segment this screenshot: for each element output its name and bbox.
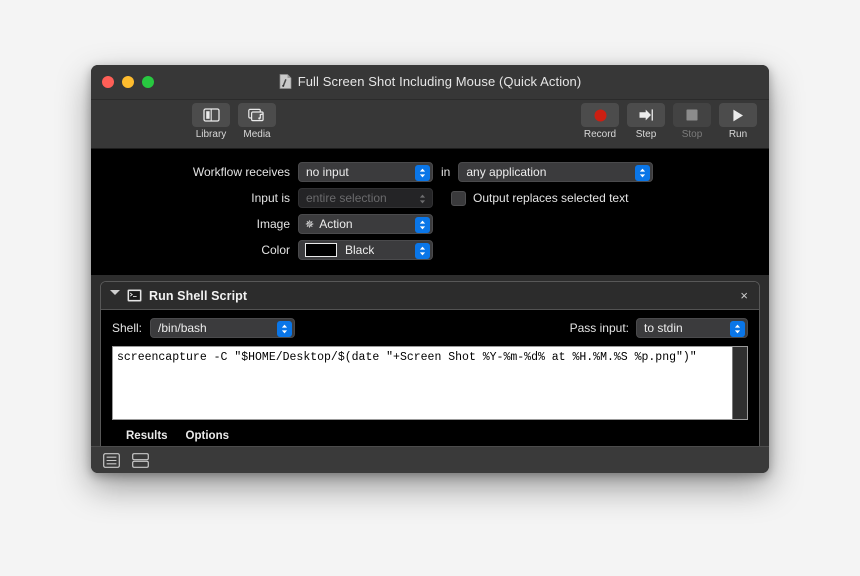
toolbar-right-group: Record Step Stop Run (581, 103, 757, 141)
toolbar-label-media: Media (243, 129, 271, 140)
record-circle-icon (594, 109, 606, 121)
shell-settings-row: Shell: /bin/bash Pass input: to stdin (112, 318, 748, 338)
action-run-shell-script[interactable]: Run Shell Script × Shell: /bin/bash Pass… (100, 281, 760, 446)
split-view-icon[interactable] (132, 452, 149, 468)
terminal-icon (127, 289, 142, 302)
chevron-updown-icon (415, 191, 430, 207)
list-view-icon[interactable] (103, 452, 120, 468)
color-dropdown[interactable]: Black (298, 240, 433, 260)
label-shell: Shell: (112, 321, 143, 335)
shell-value: /bin/bash (158, 321, 207, 335)
toolbar-button-step[interactable]: Step (627, 103, 665, 141)
image-dropdown[interactable]: ✵ Action (298, 214, 433, 234)
disclosure-triangle-icon[interactable] (110, 289, 120, 300)
row-color: Color Black (91, 239, 769, 261)
label-color: Color (261, 243, 290, 257)
media-browser-icon (248, 108, 264, 122)
traffic-light-group (102, 76, 154, 88)
minimize-window-button[interactable] (122, 76, 134, 88)
toolbar-label-step: Step (635, 129, 657, 140)
action-body: Shell: /bin/bash Pass input: to stdin sc… (101, 310, 759, 420)
shell-dropdown[interactable]: /bin/bash (150, 318, 296, 338)
tab-results[interactable]: Results (126, 430, 168, 442)
workflow-document-icon (279, 74, 292, 89)
label-input-is: Input is (251, 191, 290, 205)
toolbar-button-record[interactable]: Record (581, 103, 619, 141)
toolbar-label-stop: Stop (681, 129, 703, 140)
chevron-updown-icon (277, 321, 293, 337)
label-image: Image (256, 217, 290, 231)
library-panel-icon (202, 108, 220, 122)
toolbar-label-run: Run (728, 129, 748, 140)
pass-input-value: to stdin (644, 321, 683, 335)
stop-square-icon (686, 109, 698, 121)
chevron-updown-icon (730, 321, 745, 337)
workflow-application-dropdown[interactable]: any application (458, 162, 654, 182)
window-title-group: Full Screen Shot Including Mouse (Quick … (91, 74, 769, 89)
label-in: in (441, 165, 451, 179)
workflow-application-value: any application (466, 165, 547, 179)
window-footer (91, 446, 769, 473)
workflow-receives-dropdown[interactable]: no input (298, 162, 433, 182)
toolbar-label-record: Record (583, 129, 617, 140)
label-workflow-receives: Workflow receives (192, 165, 290, 179)
window-title: Full Screen Shot Including Mouse (Quick … (297, 74, 582, 89)
toolbar-label-library: Library (195, 129, 227, 140)
main-toolbar: Library Media Record Step Stop Run (91, 100, 769, 149)
close-window-button[interactable] (102, 76, 114, 88)
close-icon[interactable]: × (737, 287, 751, 304)
label-pass-input: Pass input: (569, 321, 629, 335)
row-workflow-receives: Workflow receives no input in any applic… (91, 161, 769, 183)
chevron-updown-icon (415, 165, 430, 181)
output-replaces-checkbox[interactable] (451, 190, 466, 206)
step-arrow-icon (639, 109, 653, 121)
action-header[interactable]: Run Shell Script × (101, 282, 759, 310)
color-value: Black (345, 243, 375, 257)
color-swatch (305, 243, 337, 257)
workflow-receives-value: no input (306, 165, 349, 179)
toolbar-left-group: Library Media (192, 103, 276, 141)
chevron-updown-icon (415, 243, 430, 259)
script-text[interactable]: screencapture -C "$HOME/Desktop/$(date "… (113, 347, 732, 419)
action-title: Run Shell Script (149, 288, 248, 303)
input-is-dropdown[interactable]: entire selection (298, 188, 433, 208)
tab-options[interactable]: Options (186, 430, 229, 442)
pass-input-dropdown[interactable]: to stdin (636, 318, 748, 338)
script-vertical-scrollbar[interactable] (732, 347, 747, 419)
output-replaces-label: Output replaces selected text (473, 191, 629, 205)
chevron-updown-icon (635, 165, 651, 181)
toolbar-button-stop[interactable]: Stop (673, 103, 711, 141)
row-image: Image ✵ Action (91, 213, 769, 235)
zoom-window-button[interactable] (142, 76, 154, 88)
gear-icon: ✵ (305, 218, 315, 231)
pass-input-group: Pass input: to stdin (570, 318, 748, 338)
workflow-settings-pane: Workflow receives no input in any applic… (91, 149, 769, 275)
toolbar-button-run[interactable]: Run (719, 103, 757, 141)
play-triangle-icon (733, 109, 743, 121)
workflow-canvas[interactable]: Run Shell Script × Shell: /bin/bash Pass… (91, 275, 769, 446)
row-input-is: Input is entire selection Output replace… (91, 187, 769, 209)
input-is-value: entire selection (306, 191, 387, 205)
action-tab-bar: Results Options (101, 420, 759, 446)
automator-window: Full Screen Shot Including Mouse (Quick … (91, 65, 769, 473)
output-replaces-checkbox-group[interactable]: Output replaces selected text (451, 190, 629, 206)
toolbar-button-library[interactable]: Library (192, 103, 230, 141)
image-value: Action (319, 217, 353, 231)
window-titlebar[interactable]: Full Screen Shot Including Mouse (Quick … (91, 65, 769, 100)
script-editor[interactable]: screencapture -C "$HOME/Desktop/$(date "… (112, 346, 748, 420)
chevron-updown-icon (415, 217, 430, 233)
toolbar-button-media[interactable]: Media (238, 103, 276, 141)
